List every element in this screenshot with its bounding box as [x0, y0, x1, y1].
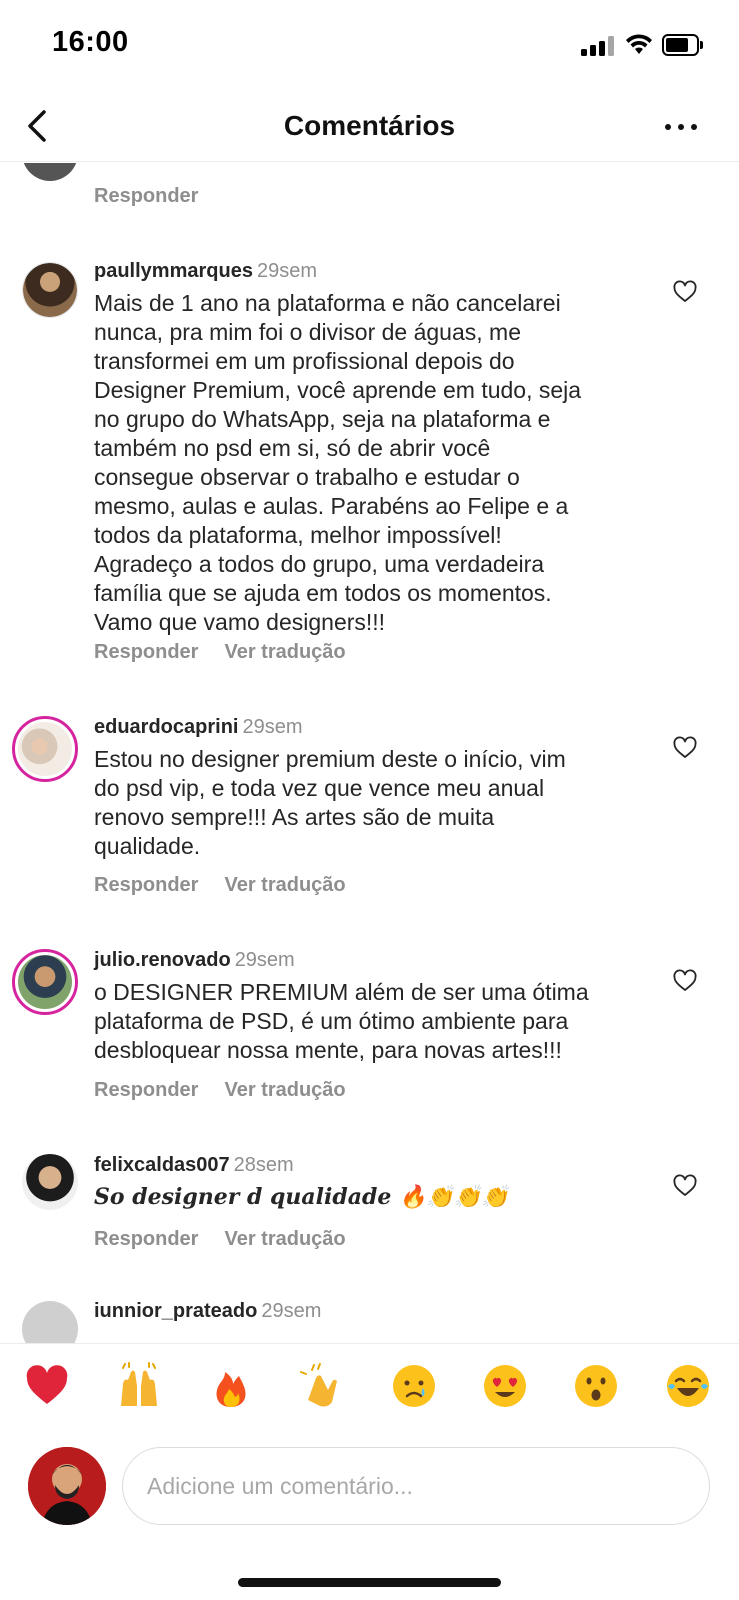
comment-header: felixcaldas007 28sem	[94, 1153, 294, 1177]
comment-username[interactable]: paullymmarques	[94, 260, 253, 282]
like-heart-icon[interactable]	[672, 280, 698, 304]
see-translation-button[interactable]: Ver tradução	[224, 874, 345, 896]
comment-header: iunnior_prateado 29sem	[94, 1299, 321, 1323]
comment-actions: Responder Ver tradução	[94, 1228, 346, 1251]
see-translation-button[interactable]: Ver tradução	[224, 641, 345, 663]
comment-username[interactable]: eduardocaprini	[94, 716, 238, 738]
page-title: Comentários	[283, 110, 456, 141]
comment-input[interactable]	[122, 1447, 710, 1525]
home-indicator[interactable]	[238, 1578, 501, 1587]
wifi-icon	[626, 34, 652, 54]
quick-reactions-bar	[0, 1343, 739, 1425]
comment-header: eduardocaprini 29sem	[94, 715, 303, 739]
comment-timestamp: 29sem	[256, 260, 317, 282]
comment-actions: Responder Ver tradução	[94, 1079, 346, 1102]
clapping-hands-emoji-icon[interactable]	[298, 1362, 346, 1410]
heart-emoji-icon[interactable]	[23, 1362, 71, 1410]
comment-username[interactable]: felixcaldas007	[94, 1154, 230, 1176]
avatar[interactable]	[22, 262, 78, 318]
avatar[interactable]	[12, 716, 78, 782]
heart-eyes-emoji-icon[interactable]	[481, 1362, 529, 1410]
like-heart-icon[interactable]	[672, 736, 698, 760]
comment-timestamp: 29sem	[242, 716, 303, 738]
like-heart-icon[interactable]	[672, 969, 698, 993]
more-options-icon[interactable]	[656, 104, 706, 148]
comment-timestamp: 28sem	[233, 1154, 294, 1176]
comments-list[interactable]: Responder paullymmarques 29sem Mais de 1 …	[0, 163, 739, 1343]
see-translation-button[interactable]: Ver tradução	[224, 1079, 345, 1101]
crying-face-emoji-icon[interactable]	[390, 1362, 438, 1410]
raised-hands-emoji-icon[interactable]	[115, 1362, 163, 1410]
reply-button[interactable]: Responder	[94, 185, 198, 207]
battery-icon	[662, 34, 704, 56]
comment-text: Estou no designer premium deste o início…	[94, 746, 566, 859]
comment-username[interactable]: julio.renovado	[94, 949, 231, 971]
tears-of-joy-emoji-icon[interactable]	[664, 1362, 712, 1410]
comment-actions: Responder Ver tradução	[94, 641, 346, 664]
reply-button[interactable]: Responder	[94, 1079, 198, 1101]
comment-header: julio.renovado 29sem	[94, 948, 295, 972]
comment-actions: Responder Ver tradução	[94, 874, 346, 897]
comment-actions: Responder	[94, 185, 198, 208]
comment-timestamp: 29sem	[234, 949, 295, 971]
comment-header: paullymmarques 29sem	[94, 259, 317, 283]
cellular-signal-icon	[581, 36, 615, 56]
reply-button[interactable]: Responder	[94, 874, 198, 896]
comment-composer	[0, 1425, 739, 1540]
reply-button[interactable]: Responder	[94, 641, 198, 663]
comment-text: Mais de 1 ano na plataforma e não cancel…	[94, 290, 582, 635]
like-heart-icon[interactable]	[672, 1174, 698, 1198]
comment-username[interactable]: iunnior_prateado	[94, 1300, 257, 1322]
avatar[interactable]	[22, 163, 78, 181]
status-bar: 16:00	[0, 0, 739, 90]
surprised-face-emoji-icon[interactable]	[572, 1362, 620, 1410]
avatar[interactable]	[22, 1301, 78, 1343]
comment-text: o DESIGNER PREMIUM além de ser uma ótima…	[94, 979, 589, 1063]
comment-text: So designer d qualidade 🔥👏👏👏	[94, 1184, 509, 1210]
navigation-bar: Comentários	[0, 90, 739, 162]
fire-emoji-icon[interactable]	[207, 1362, 255, 1410]
comment-timestamp: 29sem	[261, 1300, 322, 1322]
reply-button[interactable]: Responder	[94, 1228, 198, 1250]
status-time: 16:00	[52, 26, 129, 58]
avatar[interactable]	[12, 949, 78, 1015]
user-avatar	[28, 1447, 106, 1525]
see-translation-button[interactable]: Ver tradução	[224, 1228, 345, 1250]
avatar[interactable]	[22, 1154, 78, 1210]
